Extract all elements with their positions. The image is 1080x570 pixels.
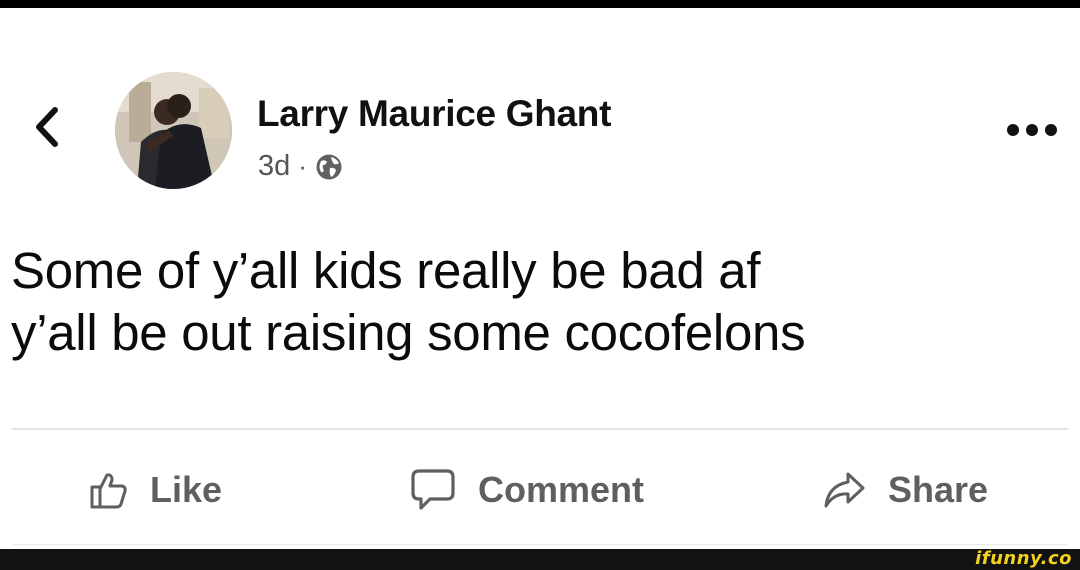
comment-bubble-icon	[411, 469, 455, 510]
divider	[12, 428, 1068, 430]
author-name[interactable]: Larry Maurice Ghant	[257, 93, 611, 135]
like-button[interactable]: Like	[88, 462, 222, 518]
share-button[interactable]: Share	[822, 462, 988, 518]
meta-separator: ·	[298, 151, 307, 181]
top-edge-bar	[0, 0, 1080, 8]
ellipsis-icon	[1007, 124, 1057, 136]
back-button[interactable]	[30, 104, 64, 150]
post-meta: 3d ·	[258, 150, 343, 183]
watermark-logo: ifunny.co	[975, 548, 1072, 569]
avatar[interactable]	[115, 72, 232, 189]
chevron-left-icon	[36, 107, 58, 147]
share-label: Share	[888, 469, 989, 510]
post-body: Some of y’all kids really be bad af y’al…	[11, 240, 1071, 364]
post-text-line: y’all be out raising some cocofelons	[11, 304, 806, 361]
share-arrow-icon	[824, 472, 865, 508]
comment-button[interactable]: Comment	[410, 462, 644, 518]
comment-label: Comment	[478, 469, 645, 510]
bottom-edge-bar	[0, 549, 1080, 570]
more-options-button[interactable]	[1004, 115, 1060, 145]
profile-photo	[115, 72, 232, 189]
globe-icon	[316, 154, 342, 179]
like-label: Like	[150, 469, 223, 510]
thumbs-up-icon	[90, 473, 127, 509]
post-text-line: Some of y’all kids really be bad af	[11, 242, 761, 299]
post-timestamp[interactable]: 3d	[258, 150, 290, 183]
divider	[12, 544, 1068, 545]
